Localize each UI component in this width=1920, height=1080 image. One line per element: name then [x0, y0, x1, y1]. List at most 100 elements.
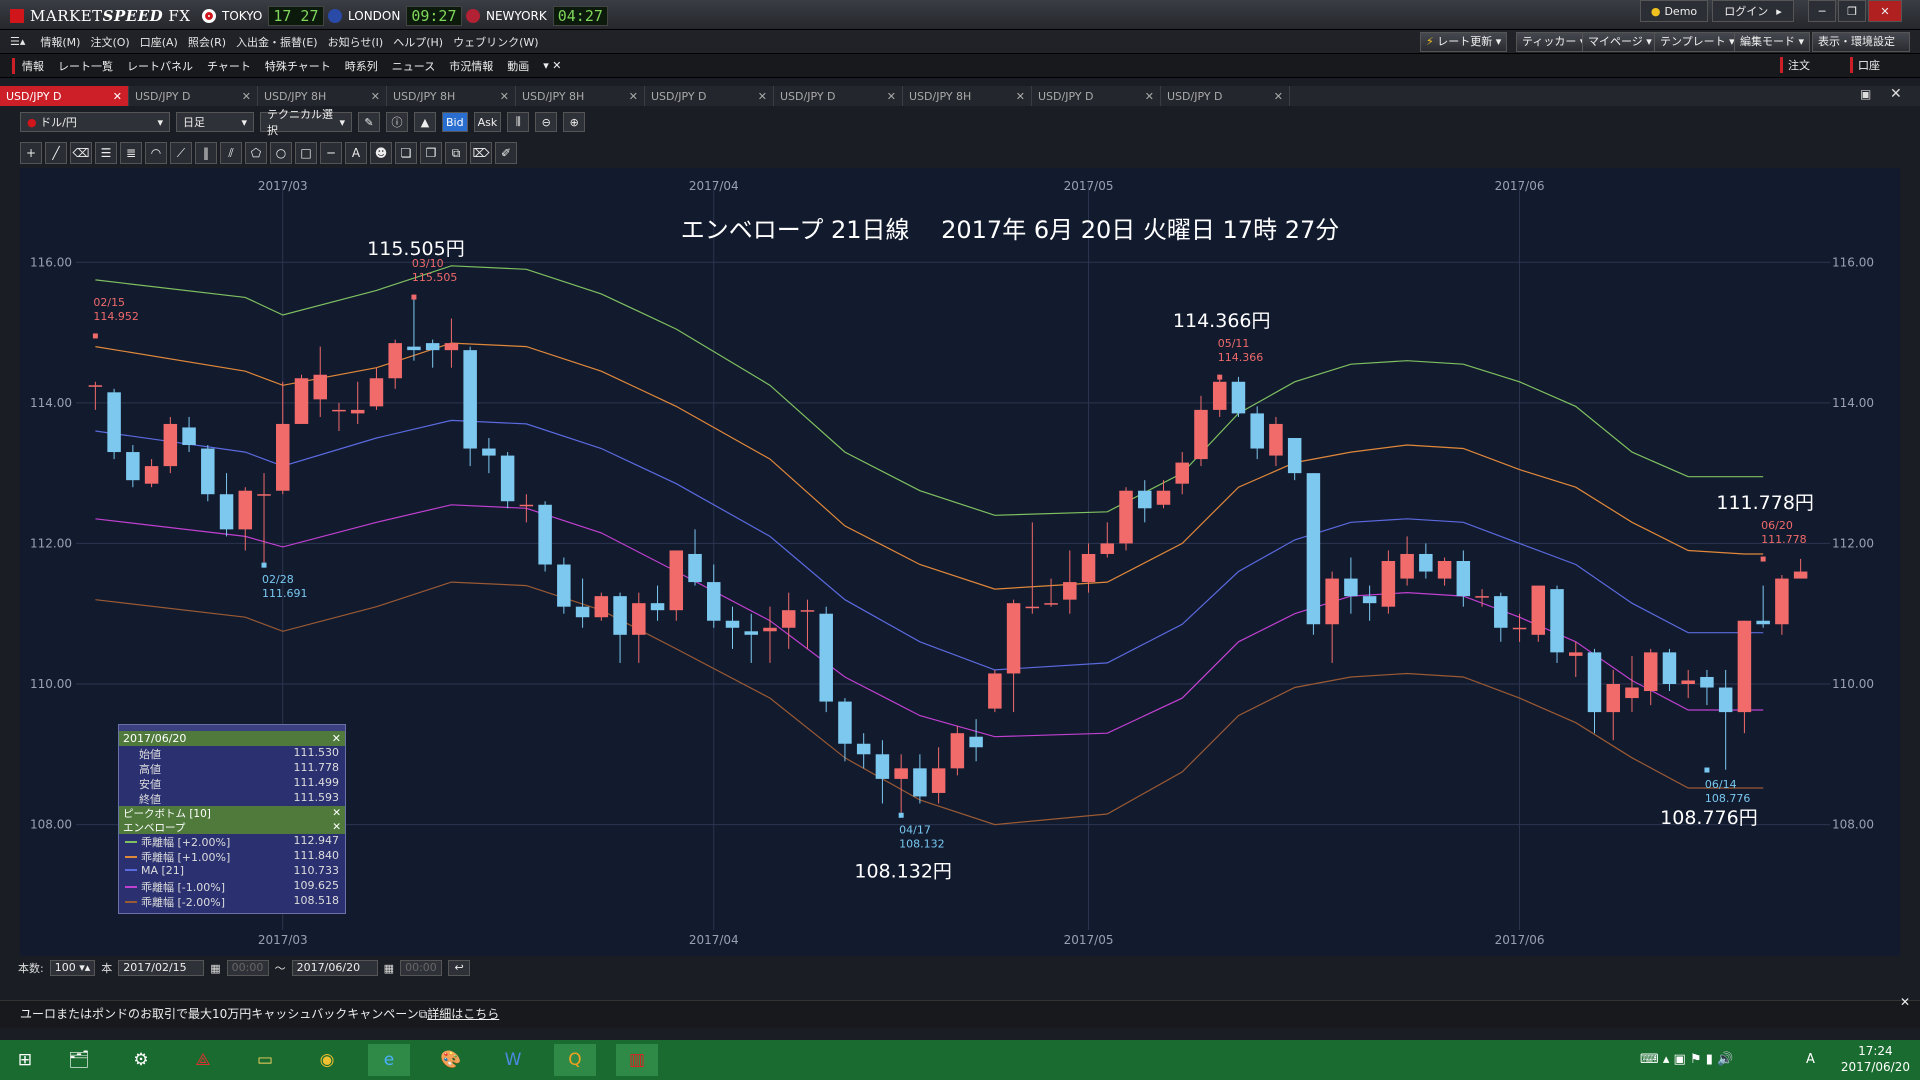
pen-icon[interactable]: ✎ [358, 112, 380, 132]
hline-icon[interactable]: ─ [320, 142, 342, 164]
menu-notice[interactable]: お知らせ(I) [323, 34, 389, 50]
paste-icon[interactable]: ❐ [420, 142, 442, 164]
tab-chart-1[interactable]: USD/JPY D ✕ [0, 86, 129, 106]
close-button[interactable]: ✕ [1868, 0, 1902, 22]
menu-account[interactable]: 口座(A) [135, 34, 183, 50]
tab-close-icon[interactable]: ✕ [629, 90, 638, 103]
close-icon[interactable]: ✕ [1900, 995, 1910, 1009]
nav-account-button[interactable]: 口座 [1850, 57, 1880, 73]
chrome-icon[interactable]: ◉ [306, 1044, 348, 1076]
tray-icons[interactable]: ⌨ ▴ ▣ ⚑ ▮ 🔊 [1640, 1052, 1733, 1067]
clear-all-icon[interactable]: ✐ [495, 142, 517, 164]
menu-order[interactable]: 注文(O) [85, 34, 134, 50]
tab-close-icon[interactable]: ✕ [242, 90, 251, 103]
period-select[interactable]: 日足 ▾ [176, 112, 254, 132]
mypage-button[interactable]: マイページ ▾ [1582, 32, 1658, 52]
multi-lines-icon[interactable]: ≣ [120, 142, 142, 164]
crosshair-icon[interactable]: + [20, 142, 42, 164]
technical-select[interactable]: テクニカル選択 ▾ [260, 108, 352, 137]
tab-close-icon[interactable]: ✕ [371, 90, 380, 103]
menu-weblink[interactable]: ウェブリンク(W) [448, 34, 543, 50]
to-time-input[interactable]: 00:00 [400, 960, 443, 976]
copy-icon[interactable]: ❏ [395, 142, 417, 164]
from-date-input[interactable]: 2017/02/15 [118, 960, 205, 976]
tab-chart-8[interactable]: USD/JPY 8H ✕ [903, 86, 1032, 106]
demo-button[interactable]: ● Demo [1640, 0, 1708, 22]
info-icon[interactable]: ⓘ [386, 112, 408, 132]
system-clock[interactable]: 17:24 2017/06/20 [1841, 1043, 1910, 1075]
fan-icon[interactable]: ⟋ [170, 142, 192, 164]
internet-explorer-icon[interactable]: e [368, 1044, 410, 1076]
nav-rate-list[interactable]: レート一覧 [51, 58, 120, 74]
circle-icon[interactable]: ○ [270, 142, 292, 164]
data-window[interactable]: 2017/06/20 ✕ 始値 111.530 高値 111.778 安値 111.49… [118, 724, 346, 914]
template-button[interactable]: テンプレート ▾ [1654, 32, 1741, 52]
window-restore-icon[interactable]: ▣ [1860, 87, 1871, 101]
channel-icon[interactable]: ⫽ [220, 142, 242, 164]
eraser-icon[interactable]: ⌫ [70, 142, 92, 164]
refresh-icon[interactable]: ↩ [448, 960, 471, 976]
currency-pair-select[interactable]: ● ドル/円 ▾ [20, 112, 170, 132]
tab-close-icon[interactable]: ✕ [1016, 90, 1025, 103]
nav-chart[interactable]: チャート [200, 58, 258, 74]
calendar-icon[interactable]: ▦ [210, 962, 220, 975]
menu-inquiry[interactable]: 照会(R) [183, 34, 231, 50]
nav-video[interactable]: 動画 [500, 58, 536, 74]
paint-icon[interactable]: 🎨 [430, 1044, 472, 1076]
explorer-folder-icon[interactable]: ▭ [244, 1044, 286, 1076]
tab-chart-2[interactable]: USD/JPY D ✕ [129, 86, 258, 106]
ticker-button[interactable]: ティッカー ▾ [1516, 32, 1592, 52]
tab-close-icon[interactable]: ✕ [500, 90, 509, 103]
maximize-button[interactable]: ❐ [1838, 0, 1866, 22]
bid-button[interactable]: Bid [442, 112, 468, 132]
tab-chart-4[interactable]: USD/JPY 8H ✕ [387, 86, 516, 106]
scale-icon[interactable]: ⫼ [507, 112, 530, 132]
rate-update-button[interactable]: ⚡ レート更新 ▾ [1420, 32, 1508, 52]
network-tool-icon[interactable]: ⚙ [120, 1044, 162, 1076]
tab-chart-6[interactable]: USD/JPY D ✕ [645, 86, 774, 106]
vertical-lines-icon[interactable]: ‖ [195, 142, 217, 164]
nav-market-info[interactable]: 市況情報 [442, 58, 500, 74]
zoom-in-icon[interactable]: ⊕ [563, 112, 586, 132]
menu-deposit[interactable]: 入出金・振替(E) [231, 34, 323, 50]
tab-chart-5[interactable]: USD/JPY 8H ✕ [516, 86, 645, 106]
acrobat-icon[interactable]: ⟁ [182, 1044, 224, 1076]
delete-drawing-icon[interactable]: ⌦ [470, 142, 492, 164]
tab-chart-3[interactable]: USD/JPY 8H ✕ [258, 86, 387, 106]
tab-chart-9[interactable]: USD/JPY D ✕ [1032, 86, 1161, 106]
menu-help[interactable]: ヘルプ(H) [388, 34, 448, 50]
minimize-button[interactable]: ─ [1808, 0, 1836, 22]
tab-close-icon[interactable]: ✕ [1274, 90, 1283, 103]
nav-more-icon[interactable]: ▾ ✕ [536, 59, 568, 72]
campaign-link[interactable]: 詳細はこちら [427, 1007, 499, 1021]
windows-start-icon[interactable]: ⊞ [4, 1044, 46, 1076]
tab-chart-10[interactable]: USD/JPY D ✕ [1161, 86, 1290, 106]
display-settings-button[interactable]: 表示・環境設定 ▾ [1812, 32, 1910, 66]
duplicate-icon[interactable]: ⧉ [445, 142, 467, 164]
tab-close-icon[interactable]: ✕ [758, 90, 767, 103]
count-stepper[interactable]: 100 ▾▴ [49, 960, 96, 976]
nav-special-chart[interactable]: 特殊チャート [258, 58, 338, 74]
fibonacci-arc-icon[interactable]: ◠ [145, 142, 167, 164]
file-manager-icon[interactable]: 🗂 [58, 1044, 100, 1076]
to-date-input[interactable]: 2017/06/20 [291, 960, 378, 976]
ime-indicator[interactable]: A [1806, 1052, 1815, 1067]
pentagon-icon[interactable]: ⬠ [245, 142, 267, 164]
tab-chart-7[interactable]: USD/JPY D ✕ [774, 86, 903, 106]
text-icon[interactable]: A [345, 142, 367, 164]
trendline-icon[interactable]: ╱ [45, 142, 67, 164]
rectangle-icon[interactable]: □ [295, 142, 317, 164]
hamburger-menu-icon[interactable]: ☰▴ [0, 35, 35, 48]
nav-info[interactable]: 情報 [12, 57, 51, 74]
nav-rate-panel[interactable]: レートパネル [120, 58, 200, 74]
tab-close-icon[interactable]: ✕ [887, 90, 896, 103]
zoom-out-icon[interactable]: ⊖ [535, 112, 558, 132]
calendar-icon[interactable]: ▦ [384, 962, 394, 975]
menu-info[interactable]: 情報(M) [35, 34, 85, 50]
nav-news[interactable]: ニュース [385, 58, 442, 74]
nav-timeseries[interactable]: 時系列 [338, 58, 385, 74]
tab-close-icon[interactable]: ✕ [113, 90, 122, 103]
edit-mode-button[interactable]: 編集モード ▾ [1734, 32, 1811, 52]
marketspeed-taskbar-icon[interactable]: ▥ [616, 1044, 658, 1076]
panel-close-icon[interactable]: ✕ [1890, 86, 1902, 102]
